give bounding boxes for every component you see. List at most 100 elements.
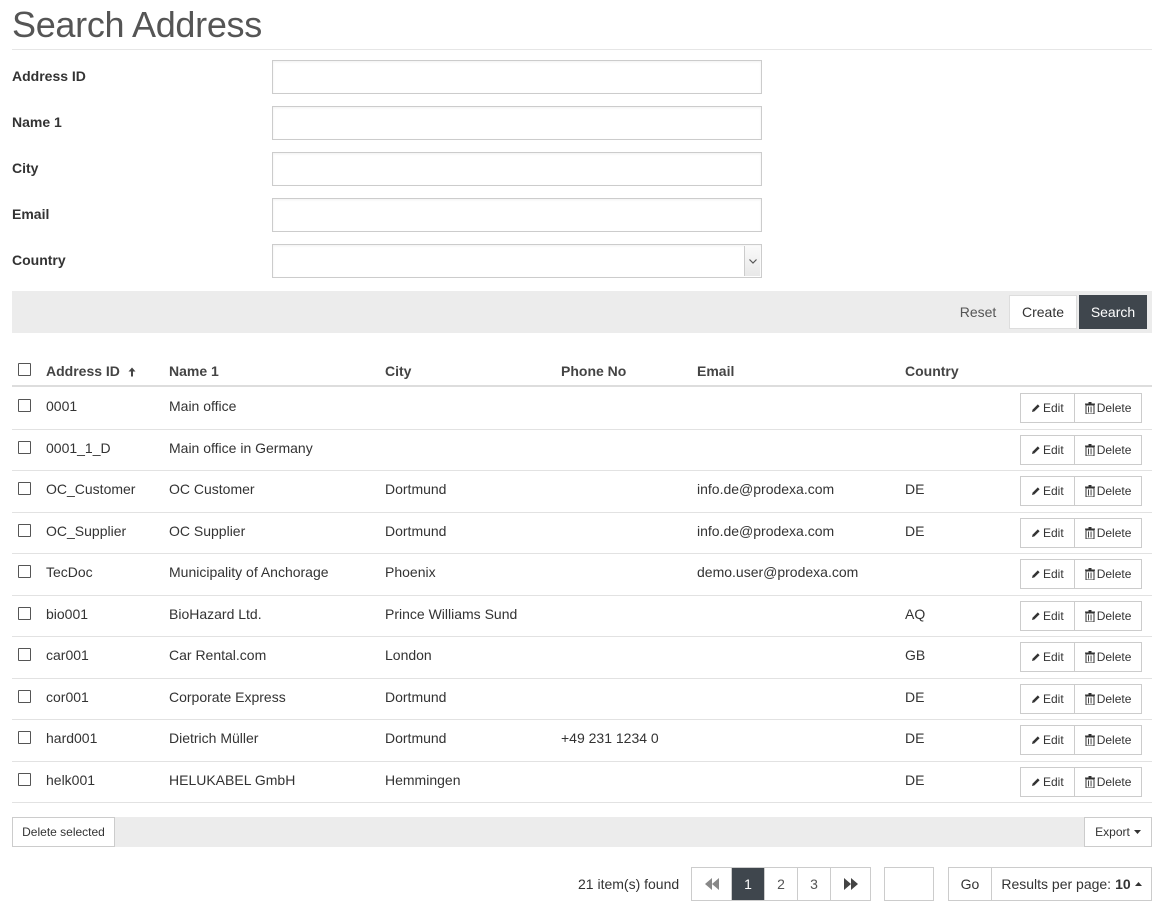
cell-name1: OC Customer xyxy=(169,481,255,497)
cell-country: DE xyxy=(905,730,925,746)
cell-email: demo.user@prodexa.com xyxy=(697,564,859,580)
cell-address-id: 0001 xyxy=(46,398,78,414)
delete-button[interactable]: Delete xyxy=(1073,435,1142,464)
table-header: Address ID Name 1 City Phone No Email Co… xyxy=(12,355,1152,387)
edit-label: Edit xyxy=(1043,733,1064,747)
caret-up-icon xyxy=(1134,882,1142,886)
country-select[interactable] xyxy=(272,244,762,278)
chevron-down-icon[interactable] xyxy=(744,246,760,276)
email-input[interactable] xyxy=(272,198,762,232)
cell-city: Dortmund xyxy=(385,730,447,746)
pagination: 1 2 3 xyxy=(691,867,871,901)
pencil-icon xyxy=(1031,611,1043,621)
row-checkbox[interactable] xyxy=(18,399,31,412)
table-row: hard001 Dietrich Müller Dortmund +49 231 12… xyxy=(12,720,1152,762)
form-row-country: Country xyxy=(12,244,762,278)
row-checkbox[interactable] xyxy=(18,731,31,744)
edit-button[interactable]: Edit xyxy=(1021,436,1074,464)
column-header-phone[interactable]: Phone No xyxy=(561,363,626,379)
reset-button[interactable]: Reset xyxy=(947,296,1009,328)
cell-city: Prince Williams Sund xyxy=(385,605,518,622)
export-button[interactable]: Export xyxy=(1084,817,1152,847)
delete-button[interactable]: Delete xyxy=(1073,560,1142,588)
pencil-icon xyxy=(1031,735,1043,745)
name1-input[interactable] xyxy=(272,106,762,140)
address-id-input[interactable] xyxy=(272,60,762,94)
row-checkbox[interactable] xyxy=(18,523,31,537)
last-page-button[interactable] xyxy=(830,868,870,900)
pencil-icon xyxy=(1031,486,1043,496)
search-button[interactable]: Search xyxy=(1079,295,1147,329)
row-checkbox[interactable] xyxy=(18,482,31,495)
delete-button[interactable]: Delete xyxy=(1073,601,1142,630)
cell-name1: BioHazard Ltd. xyxy=(169,605,262,622)
table-row: TecDoc Municipality of Anchorage Phoenix de… xyxy=(12,554,1152,596)
table-row: cor001 Corporate Express Dortmund DE Edit D… xyxy=(12,679,1152,720)
edit-button[interactable]: Edit xyxy=(1021,560,1074,588)
column-header-address-id[interactable]: Address ID xyxy=(46,363,136,380)
cell-name1: Main office xyxy=(169,398,237,414)
cell-city: Dortmund xyxy=(385,688,447,705)
edit-button[interactable]: Edit xyxy=(1021,477,1074,505)
row-actions: Edit Delete xyxy=(1020,600,1143,631)
cell-city: Dortmund xyxy=(385,522,447,539)
edit-button[interactable]: Edit xyxy=(1021,643,1074,671)
delete-label: Delete xyxy=(1096,774,1132,789)
delete-label: Delete xyxy=(1096,442,1132,457)
delete-button[interactable]: Delete xyxy=(1073,684,1142,713)
delete-label: Delete xyxy=(1096,691,1132,706)
delete-button[interactable]: Delete xyxy=(1073,394,1142,422)
edit-button[interactable]: Edit xyxy=(1021,768,1074,796)
delete-button[interactable]: Delete xyxy=(1073,477,1142,505)
column-header-email[interactable]: Email xyxy=(697,363,734,379)
edit-label: Edit xyxy=(1043,650,1064,664)
city-input[interactable] xyxy=(272,152,762,186)
column-header-country[interactable]: Country xyxy=(905,363,959,379)
row-actions: Edit Delete xyxy=(1020,476,1143,506)
row-checkbox[interactable] xyxy=(18,689,31,703)
delete-button[interactable]: Delete xyxy=(1073,643,1142,671)
pencil-icon xyxy=(1031,445,1043,455)
delete-label: Delete xyxy=(1096,525,1132,540)
row-checkbox[interactable] xyxy=(18,606,31,620)
delete-selected-button[interactable]: Delete selected xyxy=(12,817,115,847)
edit-button[interactable]: Edit xyxy=(1021,726,1074,754)
select-all-checkbox[interactable] xyxy=(18,363,31,376)
edit-label: Edit xyxy=(1043,608,1064,623)
edit-button[interactable]: Edit xyxy=(1021,394,1074,422)
results-per-page-button[interactable]: Results per page: 10 xyxy=(991,867,1152,901)
edit-button[interactable]: Edit xyxy=(1021,685,1074,713)
cell-address-id: OC_Customer xyxy=(46,481,136,497)
delete-button[interactable]: Delete xyxy=(1073,518,1142,547)
table-row: OC_Customer OC Customer Dortmund info.de@pr… xyxy=(12,471,1152,513)
cell-phone: +49 231 1234 0 xyxy=(561,730,659,746)
delete-button[interactable]: Delete xyxy=(1073,767,1142,796)
row-actions: Edit Delete xyxy=(1020,559,1143,589)
cell-address-id: bio001 xyxy=(46,605,89,622)
cell-city: London xyxy=(385,647,432,663)
delete-label: Delete xyxy=(1096,733,1132,747)
row-checkbox[interactable] xyxy=(18,772,31,786)
delete-button[interactable]: Delete xyxy=(1073,726,1142,754)
search-action-bar: Reset Create Search xyxy=(12,291,1152,333)
pencil-icon xyxy=(1031,569,1043,579)
trash-icon xyxy=(1084,734,1097,746)
page-button-1[interactable]: 1 xyxy=(731,868,764,900)
column-header-name1[interactable]: Name 1 xyxy=(169,363,219,379)
edit-button[interactable]: Edit xyxy=(1021,602,1074,630)
first-page-button[interactable] xyxy=(692,868,731,900)
page-button-2[interactable]: 2 xyxy=(764,868,797,900)
edit-label: Edit xyxy=(1043,442,1064,457)
goto-page-input[interactable] xyxy=(884,867,934,901)
delete-label: Delete xyxy=(1096,567,1132,581)
cell-country: DE xyxy=(905,481,925,497)
column-header-city[interactable]: City xyxy=(385,363,411,379)
go-button[interactable]: Go xyxy=(948,867,992,901)
row-checkbox[interactable] xyxy=(18,565,31,578)
row-checkbox[interactable] xyxy=(18,440,31,454)
row-checkbox[interactable] xyxy=(18,648,31,661)
create-button[interactable]: Create xyxy=(1009,295,1077,329)
page-button-3[interactable]: 3 xyxy=(797,868,830,900)
edit-button[interactable]: Edit xyxy=(1021,519,1074,547)
cell-country: DE xyxy=(905,688,925,705)
